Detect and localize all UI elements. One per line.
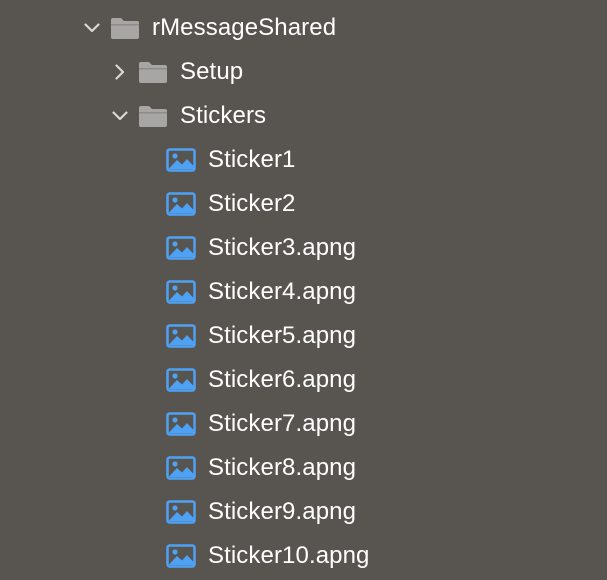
tree-item-stickers[interactable]: Stickers — [0, 94, 607, 138]
image-icon — [166, 500, 196, 524]
file-item-label: Sticker3.apng — [208, 234, 357, 261]
image-icon — [166, 236, 196, 260]
file-item-sticker5[interactable]: Sticker5.apng — [0, 314, 607, 358]
file-item-sticker9[interactable]: Sticker9.apng — [0, 490, 607, 534]
file-item-label: Sticker9.apng — [208, 498, 357, 525]
image-icon — [166, 148, 196, 172]
image-icon — [166, 192, 196, 216]
tree-item-label: rMessageShared — [152, 14, 337, 41]
folder-icon — [111, 18, 139, 39]
file-item-label: Sticker8.apng — [208, 454, 357, 481]
file-item-label: Sticker5.apng — [208, 322, 357, 349]
folder-icon — [139, 106, 167, 127]
image-icon — [166, 324, 196, 348]
image-icon — [166, 456, 196, 480]
file-item-sticker4[interactable]: Sticker4.apng — [0, 270, 607, 314]
image-icon — [166, 412, 196, 436]
file-item-label: Sticker1 — [208, 146, 296, 173]
file-item-sticker7[interactable]: Sticker7.apng — [0, 402, 607, 446]
file-item-sticker1[interactable]: Sticker1 — [0, 138, 607, 182]
file-item-sticker3[interactable]: Sticker3.apng — [0, 226, 607, 270]
image-icon — [166, 544, 196, 568]
chevron-down-icon[interactable] — [110, 106, 130, 126]
tree-item-label: Setup — [180, 58, 244, 85]
file-item-label: Sticker6.apng — [208, 366, 357, 393]
tree-item-label: Stickers — [180, 102, 267, 129]
file-item-sticker6[interactable]: Sticker6.apng — [0, 358, 607, 402]
file-item-label: Sticker10.apng — [208, 542, 370, 569]
file-item-label: Sticker2 — [208, 190, 296, 217]
tree-item-setup[interactable]: Setup — [0, 50, 607, 94]
file-item-sticker10[interactable]: Sticker10.apng — [0, 534, 607, 578]
file-tree: rMessageShared Setup Stickers Sticker1 S… — [0, 0, 607, 580]
folder-icon — [139, 62, 167, 83]
file-item-label: Sticker7.apng — [208, 410, 357, 437]
file-item-sticker8[interactable]: Sticker8.apng — [0, 446, 607, 490]
image-icon — [166, 280, 196, 304]
chevron-down-icon[interactable] — [82, 18, 102, 38]
tree-item-rmessageshared[interactable]: rMessageShared — [0, 6, 607, 50]
file-item-sticker2[interactable]: Sticker2 — [0, 182, 607, 226]
file-item-label: Sticker4.apng — [208, 278, 357, 305]
chevron-right-icon[interactable] — [110, 62, 130, 82]
image-icon — [166, 368, 196, 392]
